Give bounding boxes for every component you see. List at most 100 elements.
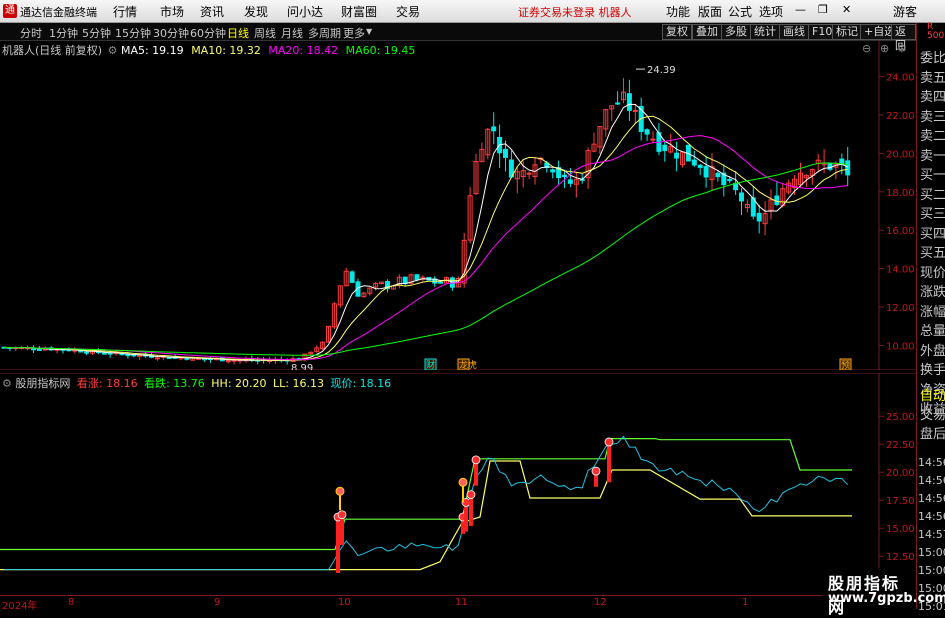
sidebar-collapse[interactable]: R 500 [927,23,944,41]
signal-bar [469,494,473,526]
menu-news[interactable]: 资讯 [200,3,224,20]
ma10-value: MA10: 19.32 [191,44,261,57]
main-chart-header: 机器人(日线 前复权) ⚙ MA5: 19.19 MA10: 19.32 MA2… [2,42,415,58]
ma10-line [3,115,848,361]
candle-body [101,352,107,355]
title-menubar: 通 通达信金融终端 行情 市场 资讯 发现 问小达 财富圈 交易 证券交易未登录… [0,0,945,23]
candle-body [550,169,556,173]
tool-draw[interactable]: 画线 [779,24,809,40]
zoom-out-icon[interactable]: ⊖ [862,42,871,55]
candle-body [562,174,567,178]
minimize-icon[interactable]: — [795,3,806,16]
period-15min[interactable]: 15分钟 [115,25,151,41]
y-tick-label: 18.00 [886,188,915,199]
sidebar-field: 卖一 [920,148,945,164]
hh-line [0,438,852,551]
period-timeshare[interactable]: 分时 [20,25,42,41]
guest-login[interactable]: 游客 [893,3,917,20]
alert-pin-icon [335,486,345,496]
candle-body [491,126,497,132]
sidebar-field: 换手 [920,363,945,378]
candle-body [739,192,744,202]
x-label-sep: 9 [214,597,221,608]
candle-body [691,159,697,166]
candle-body [626,93,632,111]
period-more[interactable]: 更多 [343,25,365,41]
sidebar-field: 买一 [920,168,945,183]
menu-function[interactable]: 功能 [666,3,690,20]
login-notice[interactable]: 证券交易未登录 机器人 [518,4,632,20]
menu-wealth[interactable]: 财富圈 [341,3,377,20]
indicator-ll-value: LL: 16.13 [273,377,324,390]
period-weekly[interactable]: 周线 [254,25,276,41]
menu-formula[interactable]: 公式 [728,3,752,20]
sidebar-tab[interactable]: 自动 [920,385,945,404]
alert-pin-icon [458,477,468,487]
menu-market[interactable]: 市场 [160,3,184,20]
app-logo-icon: 通 [3,4,17,18]
zoom-in-icon[interactable]: ⊕ [880,42,889,55]
tool-back[interactable]: 返回 [891,24,916,52]
sidebar-time: 15:00 [918,546,945,559]
sidebar-time: 14:56 [918,456,945,469]
candle-body [137,354,143,357]
restore-icon[interactable]: ❐ [818,3,828,16]
tool-multi-stock[interactable]: 多股 [721,24,751,40]
tool-restore-rights[interactable]: 复权 [662,24,692,40]
tool-overlay[interactable]: 叠加 [692,24,722,40]
settings-gear-icon[interactable]: ⚙ [108,44,118,57]
candle-body [402,276,408,285]
close-icon[interactable]: ✕ [842,3,851,16]
period-30min[interactable]: 30分钟 [153,25,189,41]
tool-mark[interactable]: 标记 [832,24,862,40]
sidebar-field: 现价 [920,265,945,281]
menu-quotes[interactable]: 行情 [113,3,137,20]
ma20-value: MA20: 18.42 [268,44,339,57]
sidebar-tab[interactable]: 盘后 [920,423,945,442]
period-daily[interactable]: 日线 [227,25,249,41]
y-tick-label: 10.00 [886,341,915,352]
candlestick-chart[interactable]: 24.00 22.00 20.00 18.00 16.00 14.00 12.00 10.00… [0,40,916,370]
candle-body [567,179,573,184]
sidebar-time: 14:56 [918,492,945,505]
indicator-price-value: 现价: 18.16 [330,377,392,390]
forecast-marker: 预 [841,360,850,370]
menu-layout[interactable]: 版面 [698,3,722,20]
signal-balloon-icon [604,437,614,447]
period-1min[interactable]: 1分钟 [49,25,78,41]
ll-line [0,460,852,571]
candle-body [438,281,444,284]
candle-body [662,144,668,152]
stock-name: 机器人(日线 前复权) [2,44,103,57]
period-5min[interactable]: 5分钟 [82,25,111,41]
more-dropdown-icon[interactable]: ▼ [366,27,372,36]
sidebar-tab[interactable]: 交易 [920,404,945,423]
sidebar-field: 卖五 [920,70,945,86]
candle-body [715,172,721,178]
sidebar-field: 买二 [920,187,945,203]
indicator-chart[interactable]: 25.00 22.50 20.00 17.50 15.00 12.50 [0,373,916,595]
quote-sidebar: R 500 委比 卖五 卖四 卖三 卖二 卖一 买一 买二 买三 买四 买五 现价 涨跌 涨幅 总量 外盘 换手净… [916,23,945,613]
signal-bar [607,441,611,483]
watermark: 股朋指标网 www.7gpzb.com [822,568,945,617]
period-monthly[interactable]: 月线 [281,25,303,41]
menu-ask[interactable]: 问小达 [287,3,323,20]
candle-body [526,172,532,175]
signal-balloon-icon [591,466,601,476]
chart-settings-icon[interactable]: ⚙ [897,42,907,55]
signal-bar [340,514,344,545]
tool-statistics[interactable]: 统计 [750,24,780,40]
menu-options[interactable]: 选项 [759,3,783,20]
candle-body [756,212,762,222]
ind-y-tick-label: 12.50 [886,552,915,563]
sidebar-field: 卖二 [920,129,945,144]
ma60-line [3,162,848,356]
sidebar-field: 买五 [920,246,945,261]
menu-discover[interactable]: 发现 [244,3,268,20]
menu-trade[interactable]: 交易 [396,3,420,20]
period-60min[interactable]: 60分钟 [190,25,226,41]
sidebar-field: 涨幅 [920,304,945,320]
candle-body [225,360,231,363]
period-multi[interactable]: 多周期 [308,25,341,41]
indicator-settings-icon[interactable]: ⚙ [2,377,12,390]
